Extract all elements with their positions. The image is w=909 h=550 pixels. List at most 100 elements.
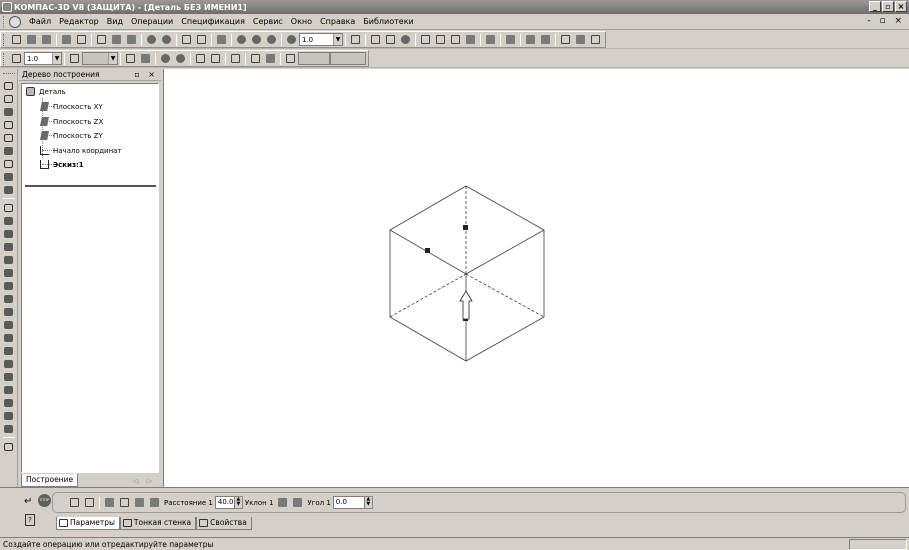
wireframe-button[interactable] (419, 33, 432, 46)
menu-specification[interactable]: Спецификация (177, 17, 249, 26)
vtool-axis[interactable] (3, 106, 15, 117)
chevron-down-icon[interactable]: ▼ (333, 34, 342, 45)
vtool-thread[interactable] (3, 423, 15, 434)
variables-panel-button[interactable] (574, 33, 587, 46)
extrude-option-a-button[interactable] (133, 496, 146, 509)
slope-out-button[interactable] (291, 496, 304, 509)
tree-item-part[interactable]: Деталь (26, 87, 66, 96)
vtool-measure[interactable] (3, 119, 15, 130)
edit-sketch-button[interactable] (139, 52, 152, 65)
extrude-option-b-button[interactable] (148, 496, 161, 509)
distance-input[interactable]: 40.0 (214, 496, 235, 509)
pan-button[interactable] (369, 33, 382, 46)
tab-thin-wall[interactable]: Тонкая стенка (119, 517, 197, 530)
zoom-window-button[interactable] (235, 33, 248, 46)
stop-button[interactable]: STOP (38, 494, 51, 507)
model-tree-button[interactable] (559, 33, 572, 46)
slope-in-button[interactable] (276, 496, 289, 509)
menu-help[interactable]: Справка (316, 17, 359, 26)
tree-item-plane-xy[interactable]: Плоскость XY (40, 102, 103, 111)
help-pointer-button[interactable] (215, 33, 228, 46)
chevron-down-icon[interactable]: ▼ (108, 53, 117, 64)
grid-menu-button[interactable] (209, 52, 222, 65)
new-document-button[interactable] (10, 33, 23, 46)
zoom-combo[interactable]: 1.0 ▼ (299, 33, 343, 46)
variables-button[interactable] (195, 33, 208, 46)
tab-construction[interactable]: Построение (21, 474, 79, 487)
open-button[interactable] (25, 33, 38, 46)
thin-lines-button[interactable] (449, 33, 462, 46)
vtool-spec[interactable] (3, 158, 15, 169)
menu-file[interactable]: Файл (25, 17, 55, 26)
local-cs-button[interactable] (229, 52, 242, 65)
vtool-chamfer[interactable] (3, 319, 15, 330)
snap-settings-button[interactable] (174, 52, 187, 65)
menu-view[interactable]: Вид (103, 17, 127, 26)
angle-input[interactable]: 0.0 (332, 496, 365, 509)
menu-operations[interactable]: Операции (127, 17, 177, 26)
menu-window[interactable]: Окно (287, 17, 316, 26)
layer-button[interactable] (68, 52, 81, 65)
vtool-planes[interactable] (3, 132, 15, 143)
vtool-sweep[interactable] (3, 228, 15, 239)
toolbar-grip[interactable] (3, 52, 6, 65)
tab-properties[interactable]: Свойства (196, 517, 252, 530)
coord-x-field[interactable] (298, 52, 330, 65)
layer-combo[interactable]: ▼ (82, 52, 118, 65)
model-viewport[interactable] (163, 69, 909, 487)
menu-grip[interactable] (3, 15, 6, 28)
vtool-cut-extrude[interactable] (3, 254, 15, 265)
close-button[interactable]: × (895, 1, 907, 12)
zoom-scale-button[interactable] (285, 33, 298, 46)
vtool-loft[interactable] (3, 241, 15, 252)
vtool-rib[interactable] (3, 345, 15, 356)
coord-y-field[interactable] (330, 52, 366, 65)
vtool-section[interactable] (3, 384, 15, 395)
vtool-shell[interactable] (3, 358, 15, 369)
grid-button[interactable] (194, 52, 207, 65)
undo-button[interactable] (145, 33, 158, 46)
angle-spinner[interactable]: ▲ ▼ (364, 496, 373, 509)
vtool-sketch[interactable] (3, 80, 15, 91)
document-window-controls[interactable]: - ▫ × (867, 16, 905, 26)
orientation-button[interactable] (349, 33, 362, 46)
tree-item-sketch[interactable]: Эскиз:1 (40, 160, 84, 169)
toolbar-grip[interactable] (3, 33, 6, 46)
hidden-lines-button[interactable] (434, 33, 447, 46)
vtool-mirror[interactable] (3, 410, 15, 421)
toolbar-grip[interactable] (2, 73, 15, 76)
paste-button[interactable] (125, 33, 138, 46)
zoom-out-button[interactable] (265, 33, 278, 46)
line-scale-combo[interactable]: 1.0 ▼ (24, 52, 62, 65)
redo-button[interactable] (160, 33, 173, 46)
direction-button[interactable] (68, 496, 81, 509)
vtool-curves[interactable] (3, 93, 15, 104)
section-button[interactable] (524, 33, 537, 46)
tab-scroll-arrows[interactable]: ◁ ▷ (133, 477, 155, 485)
vtool-cut-loft[interactable] (3, 293, 15, 304)
coordinates-button[interactable] (284, 52, 297, 65)
print-button[interactable] (60, 33, 73, 46)
vtool-array[interactable] (3, 397, 15, 408)
vtool-cut-sweep[interactable] (3, 280, 15, 291)
direction-menu-button[interactable] (83, 496, 96, 509)
sketch-button[interactable] (124, 52, 137, 65)
distance-spinner[interactable]: ▲ ▼ (234, 496, 243, 509)
vtool-draft[interactable] (3, 371, 15, 382)
menu-libraries[interactable]: Библиотеки (359, 17, 417, 26)
tab-parameters[interactable]: Параметры (56, 517, 120, 530)
line-scale-button[interactable] (10, 52, 23, 65)
properties-button[interactable] (180, 33, 193, 46)
snap-button[interactable] (159, 52, 172, 65)
save-button[interactable] (40, 33, 53, 46)
vtool-fillet[interactable] (3, 306, 15, 317)
shaded-button[interactable] (464, 33, 477, 46)
tree-item-plane-zy[interactable]: Плоскость ZY (40, 131, 103, 140)
vtool-extrude[interactable] (3, 202, 15, 213)
library-button[interactable] (539, 33, 552, 46)
parametric-button[interactable] (264, 52, 277, 65)
restore-button[interactable]: ▫ (882, 1, 894, 12)
model-tree-header-buttons[interactable]: ▫ × (134, 70, 158, 79)
copy-button[interactable] (110, 33, 123, 46)
vtool-revolve[interactable] (3, 215, 15, 226)
